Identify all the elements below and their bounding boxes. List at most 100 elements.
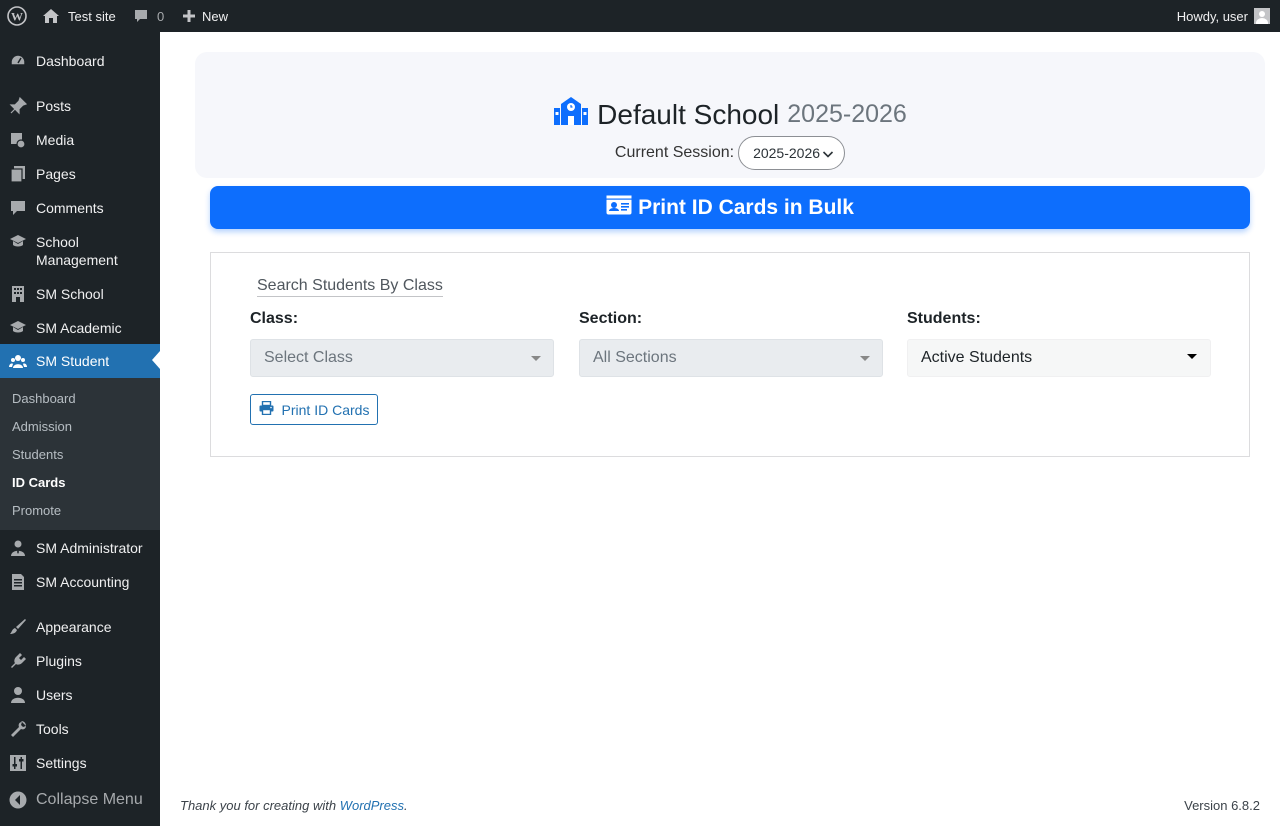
howdy-text: Howdy, user [1176, 8, 1248, 24]
menu-item-pages[interactable]: Pages [0, 165, 160, 183]
plugin-icon [9, 652, 27, 670]
menu-label: SM Accounting [36, 574, 130, 590]
site-name: Test site [68, 8, 116, 24]
new-content-link[interactable]: New [182, 0, 228, 32]
caret-down-icon [531, 356, 541, 361]
collapse-menu-button[interactable]: Collapse Menu [0, 788, 160, 812]
admin-sidebar: Dashboard Posts Media Pages Comments Sch… [0, 32, 160, 826]
menu-label: School Management [36, 234, 118, 268]
print-id-cards-button[interactable]: Print ID Cards [250, 394, 378, 425]
printer-icon [259, 400, 282, 418]
menu-item-comments[interactable]: Comments [0, 199, 160, 217]
home-icon [42, 8, 68, 24]
footer-version: Version 6.8.2 [1184, 798, 1260, 813]
session-select[interactable]: 2025-2026 [738, 136, 846, 170]
print-button-label: Print ID Cards [281, 401, 370, 418]
caret-down-icon [860, 356, 870, 361]
comments-link[interactable]: 0 [133, 0, 164, 32]
bulk-print-banner: Print ID Cards in Bulk [210, 186, 1250, 229]
menu-item-plugins[interactable]: Plugins [0, 652, 160, 670]
session-label: Current Session: [614, 144, 735, 161]
menu-label: Plugins [36, 653, 82, 669]
wordpress-logo-icon[interactable]: W [7, 0, 29, 32]
submenu-item-dashboard[interactable]: Dashboard [12, 391, 76, 407]
sm-student-submenu: Dashboard Admission Students ID Cards Pr… [0, 378, 160, 530]
chevron-down-icon [822, 147, 834, 163]
students-select-value: Active Students [921, 349, 1033, 366]
session-row: Current Session: 2025-2026 [195, 136, 1265, 170]
menu-item-media[interactable]: Media [0, 131, 160, 149]
brush-icon [9, 618, 27, 636]
menu-item-sm-accounting[interactable]: SM Accounting [0, 573, 160, 591]
section-label: Section: [579, 310, 643, 327]
footer-thanks: Thank you for creating with WordPress. [180, 798, 408, 813]
menu-label: Tools [36, 721, 69, 737]
menu-item-dashboard[interactable]: Dashboard [0, 52, 160, 70]
main-content: Default School 2025-2026 Current Session… [160, 32, 1280, 826]
menu-item-sm-administrator[interactable]: SM Administrator [0, 539, 160, 557]
menu-label: SM School [36, 286, 104, 302]
menu-item-settings[interactable]: Settings [0, 754, 160, 772]
section-select-value: All Sections [593, 349, 677, 366]
media-icon [9, 131, 27, 149]
footer-thanks-prefix: Thank you for creating with [180, 798, 337, 813]
footer-thanks-suffix: . [404, 798, 408, 813]
comment-icon [9, 199, 27, 217]
students-status-select[interactable]: Active Students [907, 339, 1211, 377]
pin-icon [9, 97, 27, 115]
submenu-item-admission[interactable]: Admission [12, 419, 72, 435]
section-select[interactable]: All Sections [579, 339, 883, 377]
graduation-cap-icon [9, 233, 27, 251]
submenu-item-id-cards[interactable]: ID Cards [12, 475, 65, 491]
submenu-item-students[interactable]: Students [12, 447, 63, 463]
avatar [1254, 8, 1270, 24]
site-name-link[interactable]: Test site [42, 0, 116, 32]
new-label: New [202, 8, 229, 24]
id-card-icon [606, 195, 638, 221]
comments-count: 0 [157, 8, 165, 24]
comment-bubble-icon [133, 8, 157, 24]
bulk-title: Print ID Cards in Bulk [638, 195, 854, 219]
menu-label: Settings [36, 755, 87, 771]
menu-item-appearance[interactable]: Appearance [0, 618, 160, 636]
search-legend: Search Students By Class [257, 277, 443, 297]
menu-label: SM Academic [36, 320, 122, 336]
menu-label: SM Student [36, 353, 110, 369]
menu-item-sm-school[interactable]: SM School [0, 285, 160, 303]
invoice-icon [9, 573, 27, 591]
school-year: 2025-2026 [787, 100, 907, 128]
school-name: Default School [597, 98, 780, 130]
dashboard-icon [9, 52, 27, 70]
class-select[interactable]: Select Class [250, 339, 554, 377]
pages-icon [9, 165, 27, 183]
search-students-card: Search Students By Class Class: Select C… [210, 252, 1250, 457]
menu-label: Appearance [36, 619, 112, 635]
menu-label: Users [36, 687, 73, 703]
caret-down-icon [1187, 354, 1197, 359]
session-value: 2025-2026 [753, 145, 821, 161]
menu-item-tools[interactable]: Tools [0, 720, 160, 738]
settings-icon [9, 754, 27, 772]
menu-label: Dashboard [36, 53, 105, 69]
graduation-cap-icon [9, 319, 27, 337]
menu-label: Posts [36, 98, 72, 114]
page-title: Default School 2025-2026 [195, 96, 1265, 133]
menu-item-sm-student[interactable]: SM Student [0, 344, 160, 378]
menu-label: Pages [36, 166, 76, 182]
school-header-card: Default School 2025-2026 Current Session… [195, 52, 1265, 178]
my-account-link[interactable]: Howdy, user [1177, 0, 1270, 32]
menu-item-users[interactable]: Users [0, 686, 160, 704]
class-select-value: Select Class [264, 349, 353, 366]
school-icon [553, 96, 597, 133]
menu-item-school-management[interactable]: School Management [0, 233, 160, 269]
users-icon [9, 352, 27, 370]
submenu-item-promote[interactable]: Promote [12, 503, 61, 519]
menu-item-posts[interactable]: Posts [0, 97, 160, 115]
building-icon [9, 285, 27, 303]
students-label: Students: [907, 310, 981, 327]
collapse-label: Collapse Menu [36, 791, 143, 808]
wrench-icon [9, 720, 27, 738]
admin-user-icon [9, 539, 27, 557]
wordpress-link[interactable]: WordPress [340, 798, 404, 813]
menu-item-sm-academic[interactable]: SM Academic [0, 319, 160, 337]
